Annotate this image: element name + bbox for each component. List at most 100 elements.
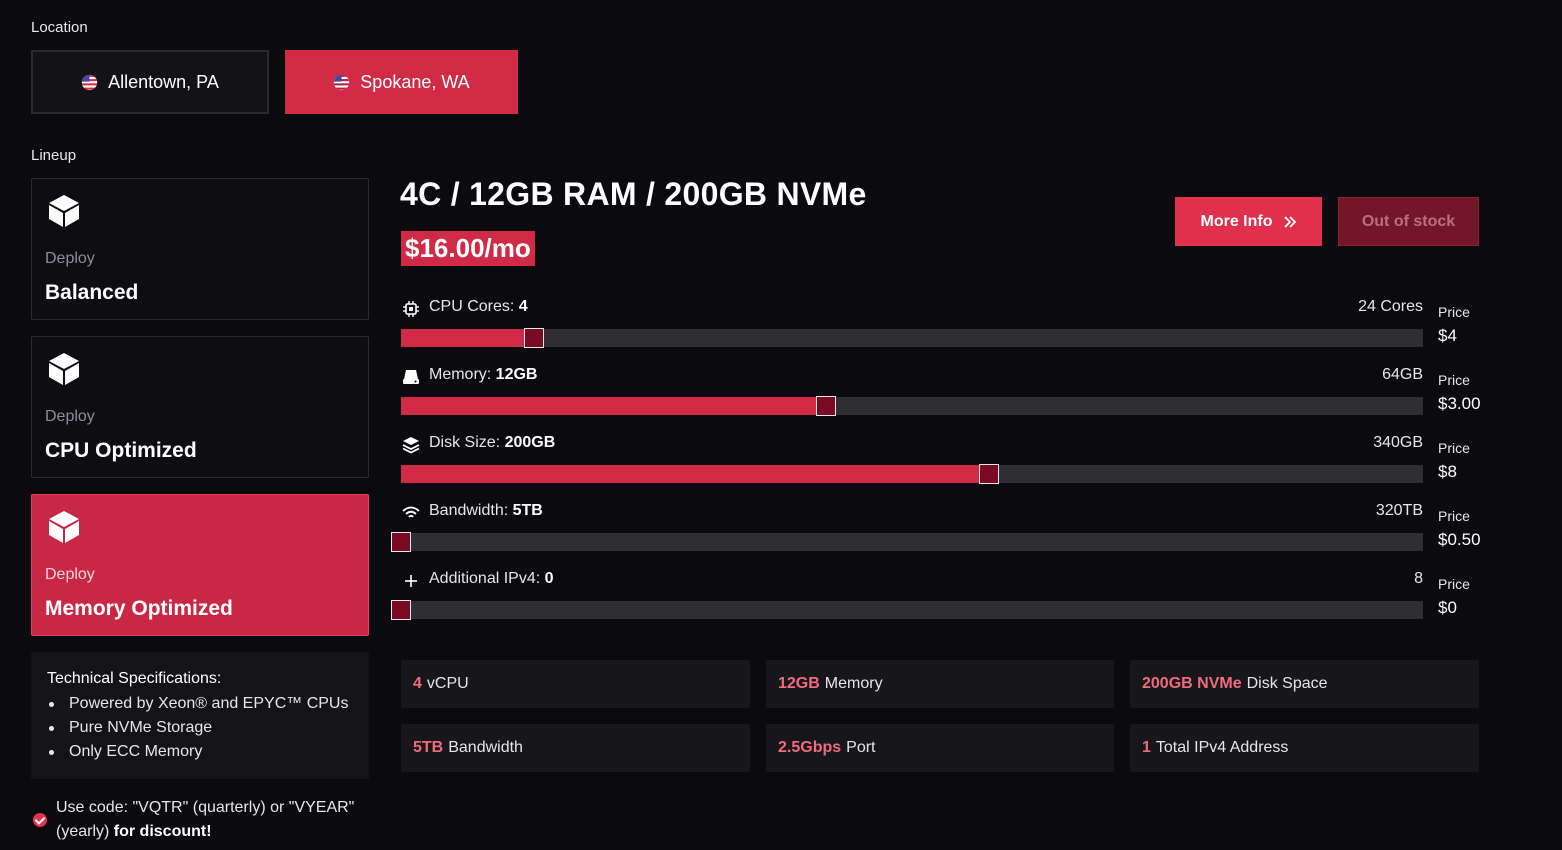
feature-highlight: 5TB — [413, 739, 444, 756]
check-circle-icon — [33, 813, 47, 827]
price-label: Price — [1438, 576, 1470, 592]
slider-track[interactable] — [401, 396, 1423, 416]
slider-thumb[interactable] — [391, 532, 411, 552]
slider-max: 8 — [1414, 570, 1423, 587]
feature-ipv4: 1 Total IPv4 Address — [1130, 724, 1479, 772]
feature-memory: 12GB Memory — [766, 660, 1114, 708]
feature-port: 2.5Gbps Port — [766, 724, 1114, 772]
lineup-deploy-text: Deploy — [45, 566, 95, 583]
feature-text: vCPU — [426, 675, 469, 692]
slider-label-text: Bandwidth: — [429, 502, 513, 519]
slider-label: Additional IPv4: 0 — [429, 570, 554, 588]
wifi-icon — [402, 506, 420, 518]
lineup-name: Memory Optimized — [45, 597, 233, 620]
slider-label-text: Disk Size: — [429, 434, 505, 451]
price-value: $3.00 — [1438, 394, 1481, 413]
price-value: $0.50 — [1438, 530, 1481, 549]
price-value: $4 — [1438, 326, 1457, 345]
cube-icon — [49, 353, 79, 385]
slider-track[interactable] — [401, 328, 1423, 348]
feature-bandwidth: 5TB Bandwidth — [401, 724, 750, 772]
specs-item: Powered by Xeon® and EPYC™ CPUs — [47, 692, 353, 716]
price-label: Price — [1438, 440, 1470, 456]
location-option-label: Spokane, WA — [360, 71, 470, 92]
location-allentown-button[interactable]: Allentown, PA — [31, 50, 269, 114]
slider-thumb[interactable] — [816, 396, 836, 416]
feature-disk-space: 200GB NVMe Disk Space — [1130, 660, 1479, 708]
location-option-label: Allentown, PA — [108, 71, 219, 92]
slider-max: 64GB — [1382, 366, 1423, 383]
location-spokane-button[interactable]: Spokane, WA — [285, 50, 518, 114]
slider-value: 4 — [518, 298, 528, 315]
price-value: $8 — [1438, 462, 1457, 481]
feature-vcpu: 4 vCPU — [401, 660, 750, 708]
slider-label: Bandwidth: 5TB — [429, 502, 543, 520]
feature-text: Total IPv4 Address — [1155, 739, 1289, 756]
lineup-card-balanced[interactable]: Deploy Balanced — [31, 178, 369, 320]
slider-value: 12GB — [495, 366, 538, 383]
price-label: Price — [1438, 372, 1470, 388]
feature-highlight: 12GB — [778, 675, 820, 692]
slider-label: CPU Cores: 4 — [429, 298, 528, 316]
plus-icon — [405, 575, 417, 587]
slider-track[interactable] — [401, 464, 1423, 484]
feature-text: Memory — [824, 675, 883, 692]
lineup-deploy-text: Deploy — [45, 250, 95, 267]
slider-track[interactable] — [391, 600, 1423, 620]
lineup-card-cpu-optimized[interactable]: Deploy CPU Optimized — [31, 336, 369, 478]
cpu-icon — [403, 301, 419, 317]
slider-fill — [401, 397, 826, 415]
memory-icon — [403, 370, 419, 384]
specs-list: Powered by Xeon® and EPYC™ CPUs Pure NVM… — [47, 692, 353, 764]
slider-max: 320TB — [1375, 502, 1423, 519]
cube-icon — [49, 511, 79, 543]
location-label: Location — [31, 19, 88, 36]
slider-fill — [401, 329, 534, 347]
slider-additional-ipv4: Additional IPv4: 0 8 Price $0 — [391, 570, 1480, 632]
slider-memory: Memory: 12GB 64GB Price $3.00 — [400, 366, 1481, 428]
lineup-label: Lineup — [31, 147, 77, 164]
slider-value: 5TB — [512, 502, 543, 519]
slider-value: 200GB — [504, 434, 556, 451]
slider-label-text: CPU Cores: — [429, 298, 519, 315]
slider-label: Memory: 12GB — [429, 366, 537, 384]
out-of-stock-button[interactable]: Out of stock — [1338, 197, 1479, 246]
slider-label: Disk Size: 200GB — [429, 434, 555, 452]
lineup-card-memory-optimized[interactable]: Deploy Memory Optimized — [31, 494, 369, 636]
slider-fill — [401, 465, 989, 483]
lineup-deploy-text: Deploy — [45, 408, 95, 425]
slider-track[interactable] — [391, 532, 1423, 552]
feature-highlight: 2.5Gbps — [778, 739, 842, 756]
slider-value: 0 — [544, 570, 554, 587]
us-flag-icon — [81, 74, 98, 90]
slider-disk-size: Disk Size: 200GB 340GB Price $8 — [400, 434, 1480, 496]
slider-thumb[interactable] — [979, 464, 999, 484]
more-info-label: More Info — [1200, 212, 1273, 230]
slider-max: 340GB — [1373, 434, 1423, 451]
feature-highlight: 1 — [1142, 739, 1151, 756]
slider-label-text: Additional IPv4: — [429, 570, 545, 587]
price-label: Price — [1438, 508, 1470, 524]
feature-highlight: 4 — [413, 675, 422, 692]
feature-text: Port — [846, 739, 876, 756]
slider-thumb[interactable] — [524, 328, 544, 348]
promo-text: Use code: "VQTR" (quarterly) or "VYEAR" … — [56, 796, 376, 844]
technical-specifications: Technical Specifications: Powered by Xeo… — [31, 652, 369, 779]
plan-title: 4C / 12GB RAM / 200GB NVMe — [400, 176, 867, 212]
slider-cpu-cores: CPU Cores: 4 24 Cores Price $4 — [400, 298, 1480, 360]
slider-max: 24 Cores — [1358, 298, 1423, 315]
more-info-button[interactable]: More Info — [1175, 197, 1322, 246]
price-label: Price — [1438, 304, 1470, 320]
feature-text: Disk Space — [1246, 675, 1328, 692]
specs-item: Only ECC Memory — [47, 740, 353, 764]
slider-thumb[interactable] — [391, 600, 411, 620]
feature-text: Bandwidth — [448, 739, 523, 756]
slider-bandwidth: Bandwidth: 5TB 320TB Price $0.50 — [391, 502, 1481, 564]
layers-icon — [402, 437, 420, 454]
lineup-name: Balanced — [45, 281, 139, 304]
lineup-name: CPU Optimized — [45, 439, 197, 462]
specs-item: Pure NVMe Storage — [47, 716, 353, 740]
us-flag-icon — [334, 74, 350, 90]
specs-title: Technical Specifications: — [47, 670, 222, 687]
feature-highlight: 200GB NVMe — [1142, 675, 1242, 692]
